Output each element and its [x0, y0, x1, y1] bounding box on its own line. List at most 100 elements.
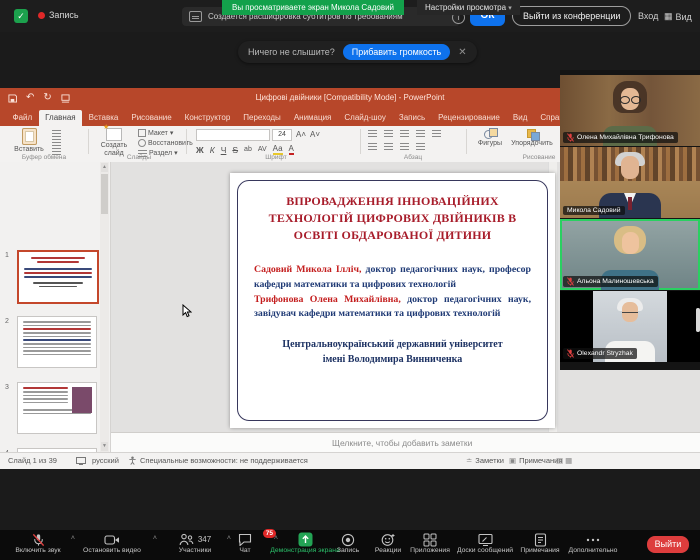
stop-video-button[interactable]: ˄ Остановить видео [76, 532, 148, 554]
font-size-buttons[interactable]: A˄ A˅ [296, 130, 320, 139]
slide-thumbnail-3[interactable] [17, 382, 97, 434]
slide-title[interactable]: ВПРОВАДЖЕННЯ ІННОВАЦІЙНИХ ТЕХНОЛОГІЙ ЦИФ… [256, 193, 529, 243]
reactions-button[interactable]: Реакции [370, 532, 406, 554]
align-center-icon[interactable] [384, 143, 393, 150]
character-spacing-button[interactable]: AV [258, 146, 267, 153]
shapes-button[interactable]: Фигуры [474, 128, 506, 148]
bullets-icon[interactable] [368, 130, 377, 137]
participant-video-2[interactable]: Микола Садовий [560, 147, 700, 218]
view-buttons[interactable]: ▤ ▦ [556, 456, 572, 465]
whiteboard-icon [478, 533, 493, 546]
participant-name-label: Olexandr Stryzhak [563, 348, 637, 359]
zoom-meeting-window: ✓ Запись Создается расшифровка субтитров… [0, 0, 700, 560]
slide-institution[interactable]: Центральноукраїнський державний універси… [230, 338, 555, 367]
justify-icon[interactable] [416, 143, 425, 150]
cut-button[interactable] [52, 130, 61, 137]
accessibility-status[interactable]: Специальные возможности: не поддерживает… [140, 456, 308, 465]
tab-transitions[interactable]: Переходы [237, 110, 288, 126]
italic-button[interactable]: К [210, 145, 215, 155]
signin-link[interactable]: Вход [638, 11, 658, 21]
notes-toggle[interactable]: ≐Заметки [466, 456, 504, 465]
meeting-controls-toolbar: ˄ Включить звук ˄ Остановить видео 347 ˄… [0, 530, 700, 560]
participant-video-4[interactable]: Olexandr Stryzhak [560, 291, 700, 362]
view-settings-dropdown[interactable]: Настройки просмотра ▾ [417, 0, 520, 15]
whiteboards-button[interactable]: Доски сообщений [452, 532, 518, 554]
decrease-indent-icon[interactable] [400, 130, 409, 137]
comments-toggle[interactable]: ▣Примечания [509, 456, 562, 465]
video-panel-scrollbar[interactable] [696, 308, 700, 332]
slide-thumbnail-1[interactable] [17, 250, 99, 304]
new-slide-button[interactable]: Создать слайд [96, 128, 132, 157]
slide-canvas[interactable]: ВПРОВАДЖЕННЯ ІННОВАЦІЙНИХ ТЕХНОЛОГІЙ ЦИФ… [230, 173, 555, 428]
participants-video-panel: Олена Михайлівна Трифонова Микола Садови… [560, 70, 700, 370]
annotations-button[interactable]: Примечания [514, 532, 566, 554]
align-left-icon[interactable] [368, 143, 377, 150]
tab-home[interactable]: Главная [39, 110, 82, 126]
reset-icon [138, 139, 146, 147]
text-shadow-button[interactable]: ab [244, 146, 252, 153]
apps-button[interactable]: Приложения [404, 532, 456, 554]
tab-record[interactable]: Запись [392, 110, 431, 126]
language-indicator[interactable]: русский [92, 456, 119, 465]
unmute-button[interactable]: ˄ Включить звук [10, 532, 66, 554]
slides-group-label: Слайды [96, 154, 182, 161]
tab-animations[interactable]: Анимация [287, 110, 338, 126]
view-button[interactable]: ▦ Вид [664, 11, 692, 22]
paste-button[interactable]: Вставить [12, 128, 46, 154]
participant-name-label: Альона Малиношевська [563, 276, 658, 287]
chevron-up-icon[interactable]: ˄ [153, 535, 157, 542]
glasses-icon [620, 96, 630, 104]
participant-video-1[interactable]: Олена Михайлівна Трифонова [560, 75, 700, 146]
notes-icon [534, 533, 547, 547]
chevron-up-icon[interactable]: ˄ [71, 535, 75, 542]
leave-meeting-button[interactable]: Выйти из конференции [512, 6, 631, 26]
record-icon [341, 533, 355, 547]
bold-button[interactable]: Ж [196, 145, 204, 155]
arrange-button[interactable]: Упорядочить [510, 128, 554, 148]
slide-author-2[interactable]: Трифонова Олена Михайлівна, доктор педаг… [254, 293, 531, 322]
copy-button[interactable] [52, 139, 61, 146]
font-name-combobox[interactable] [196, 129, 270, 141]
line-spacing-icon[interactable] [432, 130, 441, 137]
numbering-icon[interactable] [384, 130, 393, 137]
font-group-label: Шрифт [196, 154, 356, 161]
tab-review[interactable]: Рецензирование [432, 110, 507, 126]
align-right-icon[interactable] [400, 143, 409, 150]
record-button[interactable]: Запись [330, 532, 366, 554]
notes-pane[interactable]: Щелкните, чтобы добавить заметки [111, 432, 700, 453]
thumbnails-scrollbar[interactable]: ▲ ▼ [100, 162, 109, 452]
leave-button[interactable]: Выйти [647, 536, 689, 553]
more-icon [585, 533, 601, 547]
notes-placeholder[interactable]: Щелкните, чтобы добавить заметки [332, 438, 472, 448]
decrease-font-icon[interactable]: A˅ [310, 130, 320, 139]
increase-font-icon[interactable]: A˄ [296, 130, 306, 139]
font-size-combobox[interactable]: 24 [272, 129, 292, 141]
encryption-shield-icon[interactable]: ✓ [14, 9, 28, 23]
strikethrough-button[interactable]: S [232, 145, 238, 155]
slide-thumbnail-2[interactable] [17, 316, 97, 368]
participants-button[interactable]: 347 ˄ Участники [168, 532, 222, 554]
tab-file[interactable]: Файл [6, 110, 39, 126]
increase-indent-icon[interactable] [416, 130, 425, 137]
powerpoint-status-bar: Слайд 1 из 39 русский Специальные возмож… [0, 452, 700, 469]
mouse-cursor [182, 304, 192, 318]
audio-prompt-question: Ничего не слышите? [248, 47, 335, 57]
underline-button[interactable]: Ч [221, 145, 227, 155]
clipboard-group-label: Буфер обмена [4, 154, 84, 161]
tab-slideshow[interactable]: Слайд-шоу [338, 110, 392, 126]
tab-view[interactable]: Вид [506, 110, 533, 126]
layout-button[interactable]: Макет ▾ [138, 129, 173, 137]
slide-author-1[interactable]: Садовий Микола Ілліч, доктор педагогічни… [254, 263, 531, 292]
shapes-icon [484, 128, 497, 139]
chat-button[interactable]: 75 ˄ Чат [226, 532, 264, 554]
more-button[interactable]: Дополнительно [567, 532, 619, 554]
tab-design[interactable]: Конструктор [178, 110, 237, 126]
recording-label: Запись [49, 10, 79, 20]
display-settings-icon[interactable] [76, 457, 86, 465]
participant-video-3[interactable]: Альона Малиношевська [560, 219, 700, 290]
close-icon[interactable]: ✕ [458, 47, 466, 58]
tab-draw[interactable]: Рисование [125, 110, 178, 126]
muted-mic-icon [567, 277, 574, 286]
increase-volume-button[interactable]: Прибавить громкость [343, 44, 450, 60]
reset-button[interactable]: Восстановить [138, 139, 193, 147]
